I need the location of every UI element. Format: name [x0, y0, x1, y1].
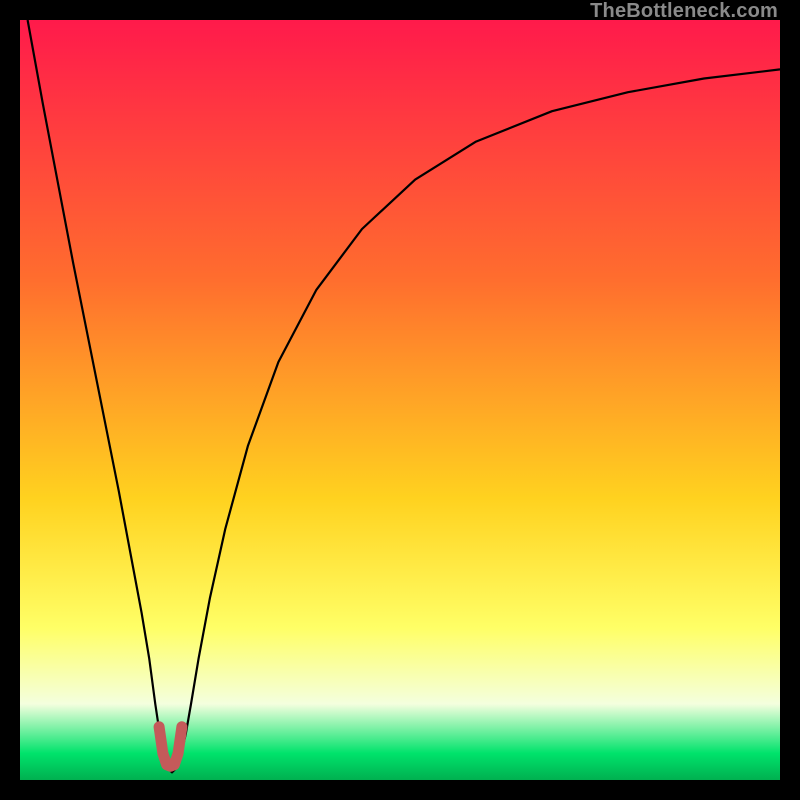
watermark-label: TheBottleneck.com: [590, 0, 778, 23]
chart-frame: [20, 20, 780, 780]
gradient-background: [20, 20, 780, 780]
chart-canvas: [20, 20, 780, 780]
